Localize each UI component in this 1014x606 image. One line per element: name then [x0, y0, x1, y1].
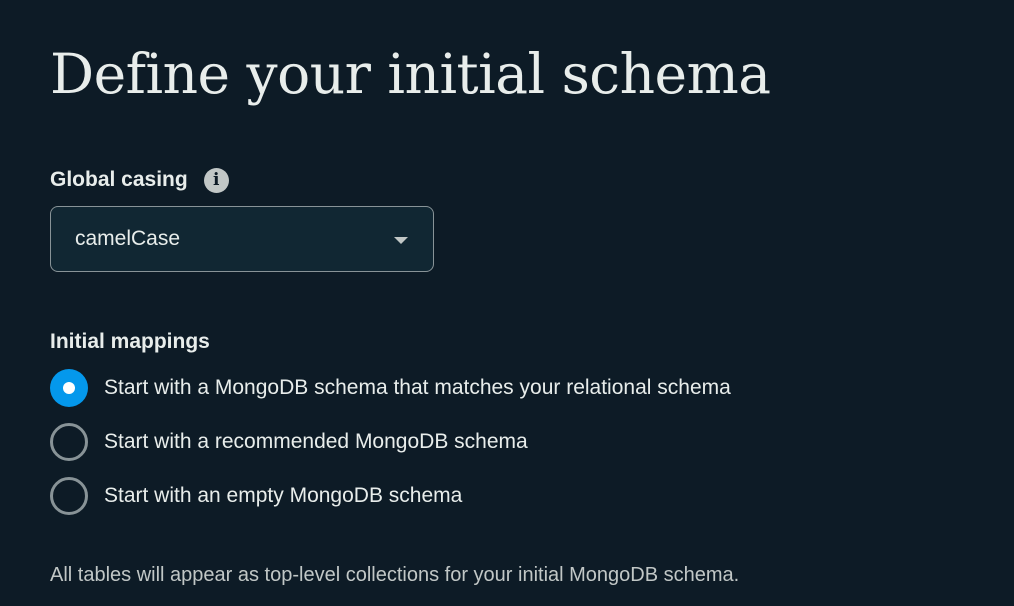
mapping-option-label: Start with an empty MongoDB schema — [104, 484, 463, 507]
mapping-option-empty-schema[interactable]: Start with an empty MongoDB schema — [50, 476, 462, 516]
global-casing-label: Global casing — [50, 168, 188, 191]
global-casing-label-row: Global casing i — [50, 164, 229, 196]
mapping-option-recommended-schema[interactable]: Start with a recommended MongoDB schema — [50, 422, 528, 462]
mapping-option-matching-schema[interactable]: Start with a MongoDB schema that matches… — [50, 368, 731, 408]
helper-text: All tables will appear as top-level coll… — [50, 564, 740, 586]
caret-down-icon — [394, 237, 408, 244]
radio-selected-dot — [63, 382, 75, 394]
mapping-option-label: Start with a MongoDB schema that matches… — [104, 376, 731, 399]
global-casing-select[interactable]: camelCase — [50, 206, 434, 272]
page-title: Define your initial schema — [50, 42, 771, 106]
mapping-option-label: Start with a recommended MongoDB schema — [104, 430, 528, 453]
radio-button-unchecked[interactable] — [50, 477, 88, 515]
info-icon[interactable]: i — [203, 167, 229, 193]
radio-button-unchecked[interactable] — [50, 423, 88, 461]
radio-button-checked[interactable] — [50, 369, 88, 407]
initial-mappings-label: Initial mappings — [50, 330, 210, 353]
global-casing-selected-value: camelCase — [75, 227, 181, 250]
